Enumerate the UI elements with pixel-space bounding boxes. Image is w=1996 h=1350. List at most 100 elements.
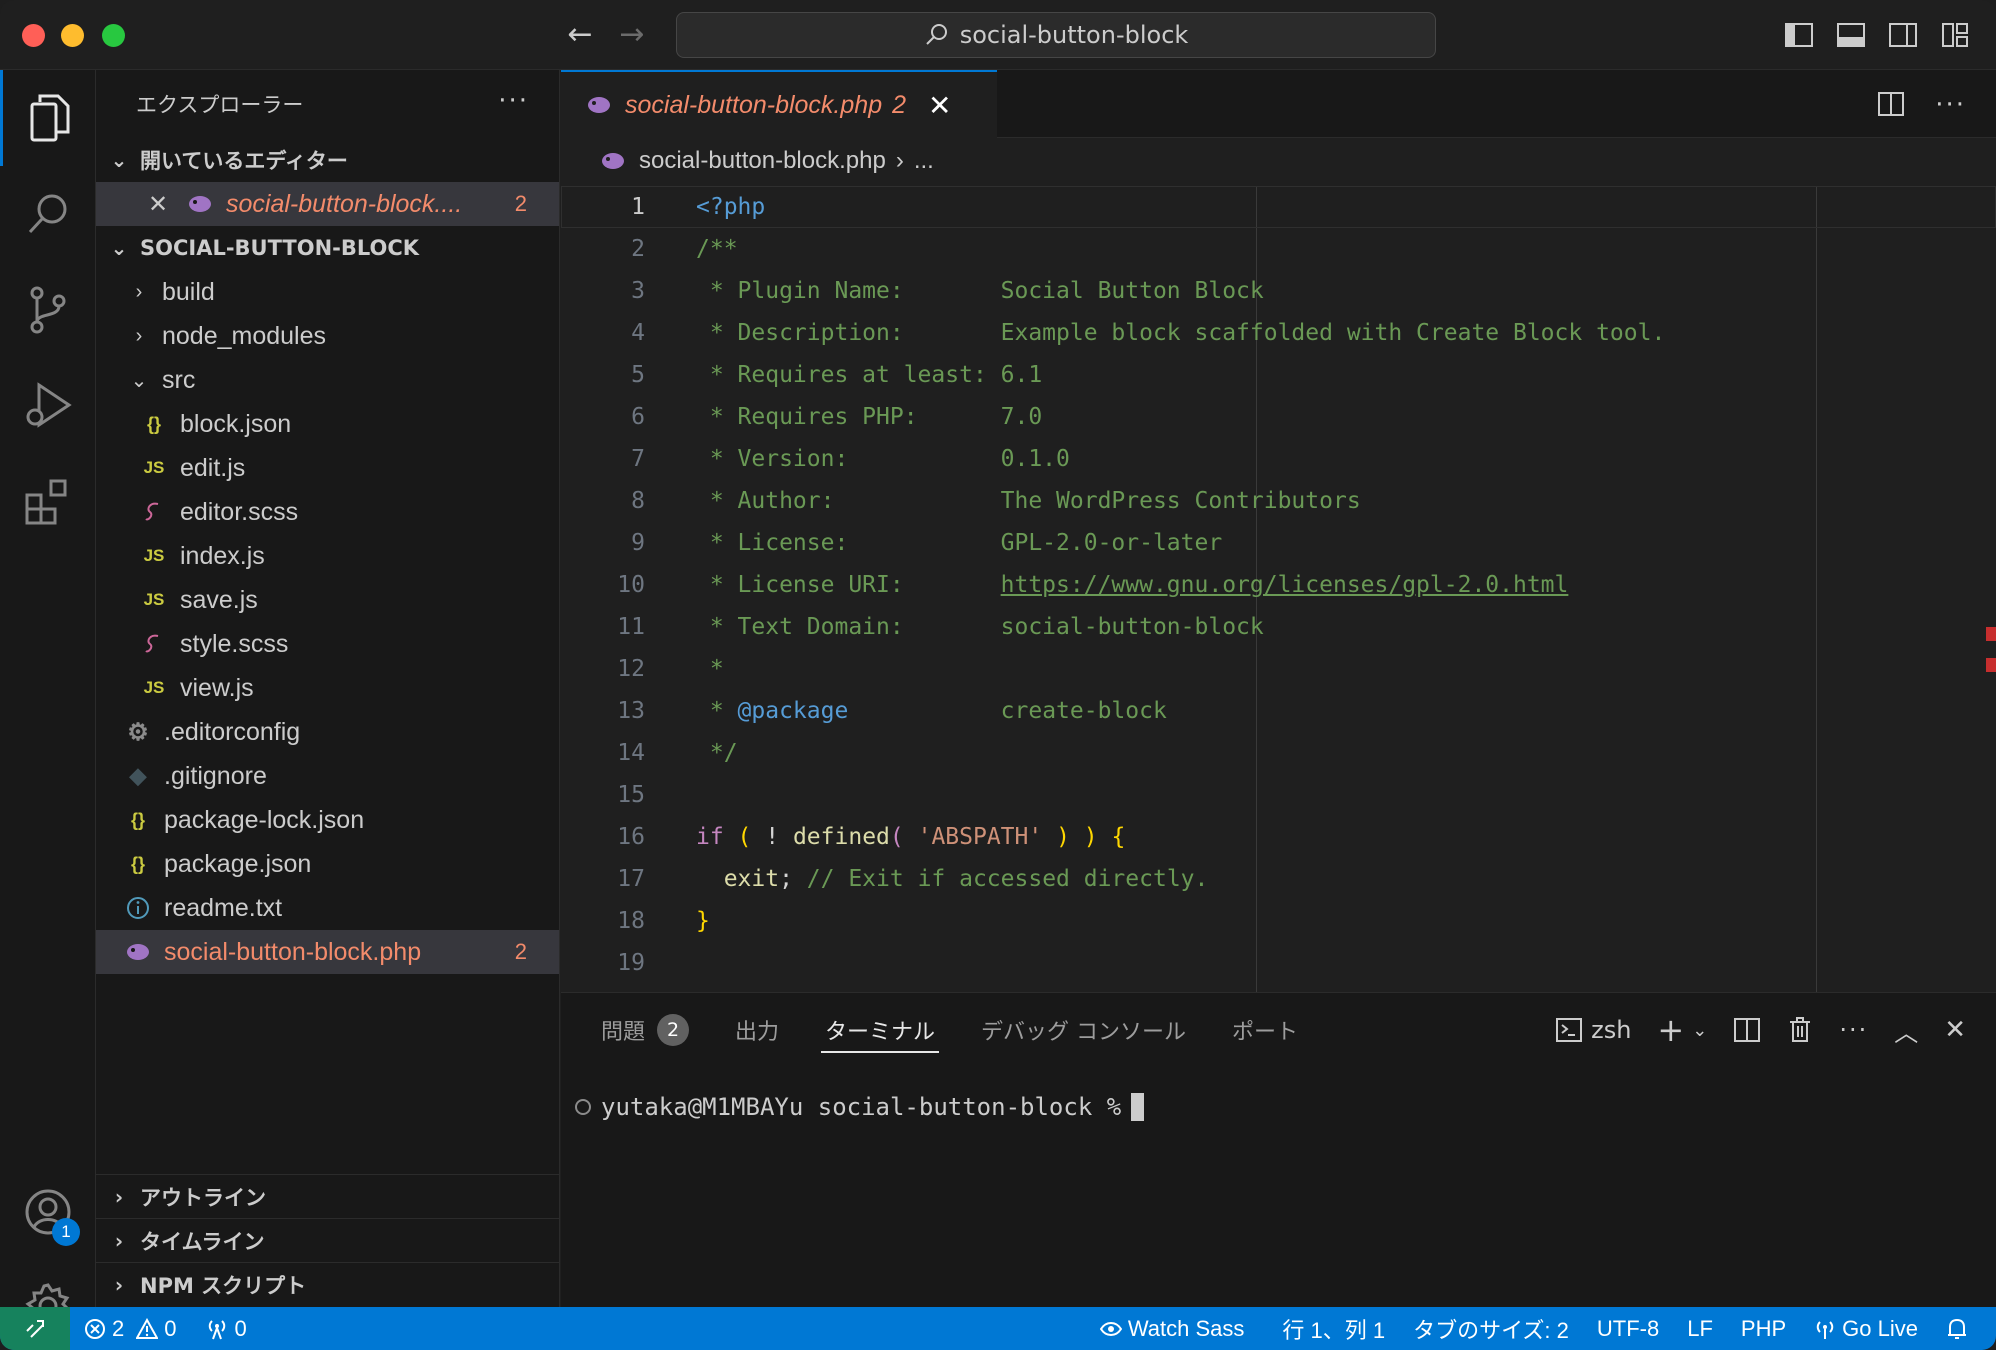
file-item[interactable]: JS index.js — [96, 534, 559, 578]
extensions-activity[interactable] — [0, 454, 96, 550]
run-debug-activity[interactable] — [0, 358, 96, 454]
status-right: Watch Sass 行 1、列 1 タブのサイズ: 2 UTF-8 LF PH… — [1086, 1307, 1996, 1350]
search-icon — [925, 24, 947, 45]
code-line: 7 * Version: 0.1.0 — [561, 438, 1996, 480]
license-link[interactable]: https://www.gnu.org/licenses/gpl-2.0.htm… — [1001, 572, 1569, 598]
sass-file-icon — [140, 633, 168, 655]
trash-icon[interactable] — [1787, 1016, 1813, 1044]
file-item[interactable]: JS edit.js — [96, 446, 559, 490]
js-file-icon: JS — [143, 590, 165, 609]
file-item[interactable]: readme.txt — [96, 886, 559, 930]
indentation-status[interactable]: タブのサイズ: 2 — [1399, 1307, 1583, 1350]
terminal-shell-selector[interactable]: zsh — [1555, 1016, 1631, 1044]
maximize-panel-icon[interactable]: ︿ — [1894, 1013, 1918, 1048]
tab-terminal[interactable]: ターミナル — [821, 993, 940, 1067]
go-live-button[interactable]: Go Live — [1800, 1307, 1932, 1350]
more-actions-icon[interactable]: ··· — [498, 86, 529, 116]
ports-count: 0 — [234, 1315, 247, 1341]
toggle-panel-icon[interactable] — [1836, 20, 1866, 50]
new-terminal-icon[interactable]: + — [1657, 1011, 1684, 1049]
cursor-position-status[interactable]: 行 1、列 1 — [1268, 1307, 1399, 1350]
eol-status[interactable]: LF — [1673, 1307, 1727, 1350]
file-item[interactable]: editor.scss — [96, 490, 559, 534]
remote-indicator[interactable] — [0, 1307, 70, 1350]
forward-arrow-icon[interactable]: → — [614, 17, 650, 53]
breadcrumb-symbols[interactable]: ... — [914, 147, 934, 175]
chevron-right-icon: › — [114, 1272, 124, 1297]
code-editor[interactable]: 1 <?php 2 /** 3 * Plugin Name: Social Butt… — [561, 186, 1996, 992]
file-item[interactable]: JS save.js — [96, 578, 559, 622]
npm-scripts-section[interactable]: › NPM スクリプト — [96, 1262, 560, 1306]
open-editors-section[interactable]: ⌄ 開いているエディター — [96, 138, 559, 182]
string: 'ABSPATH' — [917, 824, 1043, 850]
toggle-sidebar-icon[interactable] — [1784, 20, 1814, 50]
back-arrow-icon[interactable]: ← — [562, 17, 598, 53]
language-mode-status[interactable]: PHP — [1727, 1307, 1800, 1350]
file-item-selected[interactable]: social-button-block.php 2 — [96, 930, 559, 974]
watch-sass-button[interactable]: Watch Sass — [1086, 1307, 1259, 1350]
source-control-activity[interactable] — [0, 262, 96, 358]
close-icon[interactable]: ✕ — [148, 190, 178, 219]
editor-tab-active[interactable]: social-button-block.php 2 ✕ — [561, 70, 997, 138]
tab-ports[interactable]: ポート — [1232, 993, 1298, 1067]
file-item[interactable]: {} package.json — [96, 842, 559, 886]
tab-debug-console[interactable]: デバッグ コンソール — [981, 993, 1186, 1067]
zoom-window-button[interactable] — [102, 24, 125, 47]
chevron-down-icon: ⌄ — [110, 148, 128, 172]
split-editor-icon[interactable] — [1877, 90, 1905, 118]
terminal-output[interactable]: yutaka@M1MBAYu social-button-block % — [575, 1093, 1145, 1121]
search-activity[interactable] — [0, 166, 96, 262]
accounts-badge: 1 — [52, 1218, 80, 1246]
more-actions-icon[interactable]: ··· — [1839, 1016, 1868, 1044]
folder-item[interactable]: › build — [96, 270, 559, 314]
split-terminal-icon[interactable] — [1733, 1016, 1761, 1044]
panel-actions: zsh + ⌄ ··· ︿ ✕ — [1555, 1011, 1966, 1049]
file-item[interactable]: ⚙ .editorconfig — [96, 710, 559, 754]
file-item[interactable]: style.scss — [96, 622, 559, 666]
timeline-section[interactable]: › タイムライン — [96, 1218, 560, 1262]
customize-layout-icon[interactable] — [1940, 20, 1970, 50]
command-center-search[interactable]: social-button-block — [676, 12, 1436, 58]
code-text: * @package create-block — [696, 698, 1167, 724]
project-section[interactable]: ⌄ SOCIAL-BUTTON-BLOCK — [96, 226, 559, 270]
folder-item[interactable]: › node_modules — [96, 314, 559, 358]
encoding-status[interactable]: UTF-8 — [1583, 1307, 1673, 1350]
tab-output[interactable]: 出力 — [735, 993, 779, 1067]
close-window-button[interactable] — [22, 24, 45, 47]
breadcrumb-file[interactable]: social-button-block.php — [639, 147, 886, 175]
close-tab-icon[interactable]: ✕ — [928, 89, 951, 122]
chevron-down-icon[interactable]: ⌄ — [1692, 1020, 1707, 1041]
file-item[interactable]: JS view.js — [96, 666, 559, 710]
minimize-window-button[interactable] — [61, 24, 84, 47]
line-number: 6 — [631, 404, 645, 430]
problems-status[interactable]: 2 0 — [70, 1307, 191, 1350]
tab-label: social-button-block.php — [625, 90, 883, 119]
explorer-activity[interactable] — [0, 70, 96, 166]
accounts-activity[interactable]: 1 — [0, 1164, 96, 1260]
outline-section[interactable]: › アウトライン — [96, 1174, 560, 1218]
doc-tag: @package — [737, 698, 849, 724]
command-center-text: social-button-block — [959, 21, 1189, 49]
code-line: 4 * Description: Example block scaffolde… — [561, 312, 1996, 354]
tab-problems[interactable]: 問題 2 — [601, 993, 690, 1067]
file-item[interactable]: {} block.json — [96, 402, 559, 446]
code-comment: * License URI: — [696, 572, 1001, 598]
notifications-button[interactable] — [1932, 1307, 1996, 1350]
code-text: */ — [696, 740, 738, 766]
line-number: 4 — [631, 320, 645, 346]
folder-item[interactable]: ⌄ src — [96, 358, 559, 402]
line-number: 16 — [617, 824, 645, 850]
broadcast-icon — [1816, 1320, 1834, 1339]
file-item[interactable]: ◆ .gitignore — [96, 754, 559, 798]
ports-status[interactable]: 0 — [191, 1307, 261, 1350]
toggle-secondary-sidebar-icon[interactable] — [1888, 20, 1918, 50]
terminal-prompt: yutaka@M1MBAYu social-button-block % — [601, 1093, 1122, 1121]
sass-file-icon — [140, 501, 168, 523]
open-editor-item[interactable]: ✕ social-button-block.... 2 — [96, 182, 559, 226]
close-panel-icon[interactable]: ✕ — [1944, 1015, 1966, 1045]
more-actions-icon[interactable]: ··· — [1935, 90, 1966, 120]
npm-scripts-title: NPM スクリプト — [140, 1273, 307, 1298]
broadcast-icon — [208, 1319, 225, 1339]
file-item[interactable]: {} package-lock.json — [96, 798, 559, 842]
info-file-icon — [124, 896, 152, 920]
